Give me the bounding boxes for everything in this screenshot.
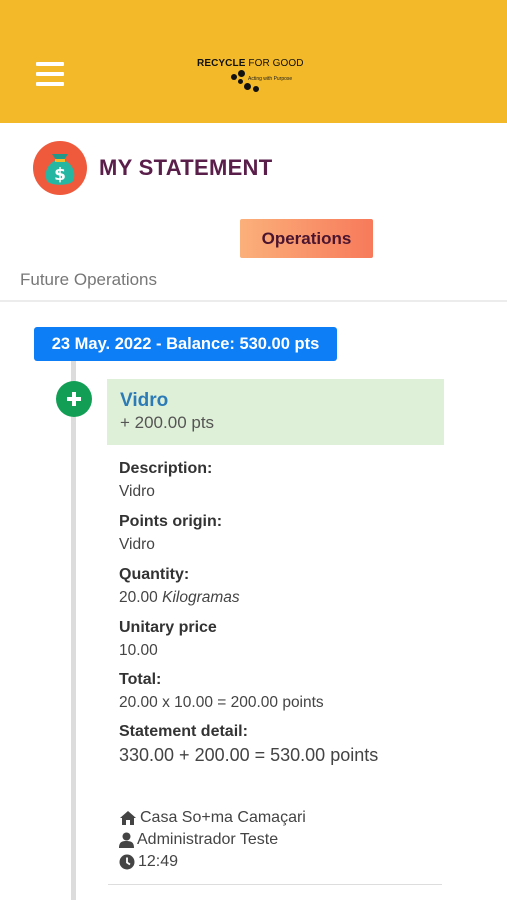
hamburger-menu-icon[interactable]: [36, 62, 64, 86]
total-label: Total:: [119, 671, 162, 688]
unit-price-label: Unitary price: [119, 619, 217, 636]
date-balance-badge: 23 May. 2022 - Balance: 530.00 pts: [34, 327, 337, 361]
user-icon: [119, 832, 134, 848]
quantity-label: Quantity:: [119, 566, 190, 583]
operation-card: Vidro + 200.00 pts: [107, 379, 444, 445]
unit-price-value: 10.00: [119, 642, 158, 659]
home-icon: [120, 811, 136, 825]
location-text: Casa So+ma Camaçari: [140, 809, 306, 826]
page-title: MY STATEMENT: [99, 155, 273, 180]
total-value: 20.00 x 10.00 = 200.00 points: [119, 694, 324, 711]
time-text: 12:49: [138, 853, 179, 870]
time-row: 12:49: [119, 853, 178, 871]
recycle-for-good-logo: RECYCLE FOR GOOD Acting with Purpose: [197, 56, 313, 98]
tab-future-operations[interactable]: Future Operations: [20, 270, 157, 290]
quantity-value: 20.00 Kilogramas: [119, 589, 240, 606]
clock-icon: [119, 854, 135, 870]
plus-circle-icon: [56, 381, 92, 417]
description-value: Vidro: [119, 483, 155, 500]
points-origin-label: Points origin:: [119, 513, 223, 530]
timeline-line: [71, 361, 76, 900]
entry-divider: [108, 884, 442, 885]
quantity-unit: Kilogramas: [162, 589, 240, 606]
description-label: Description:: [119, 460, 213, 477]
user-text: Administrador Teste: [137, 831, 279, 848]
svg-text:$: $: [54, 165, 66, 185]
tabs-divider: [0, 300, 507, 302]
statement-detail-value: 330.00 + 200.00 = 530.00 points: [119, 745, 379, 765]
location-row: Casa So+ma Camaçari: [119, 809, 306, 827]
operation-name: Vidro: [120, 390, 169, 411]
logo-tagline: Acting with Purpose: [248, 76, 293, 82]
app-header: RECYCLE FOR GOOD Acting with Purpose: [0, 0, 507, 123]
tab-operations[interactable]: Operations: [240, 219, 373, 258]
money-bag-icon: $: [33, 141, 87, 195]
operation-points: + 200.00 pts: [120, 413, 215, 432]
logo-brand-text: RECYCLE FOR GOOD: [197, 58, 304, 69]
statement-detail-label: Statement detail:: [119, 723, 248, 740]
user-row: Administrador Teste: [119, 831, 278, 849]
points-origin-value: Vidro: [119, 536, 155, 553]
